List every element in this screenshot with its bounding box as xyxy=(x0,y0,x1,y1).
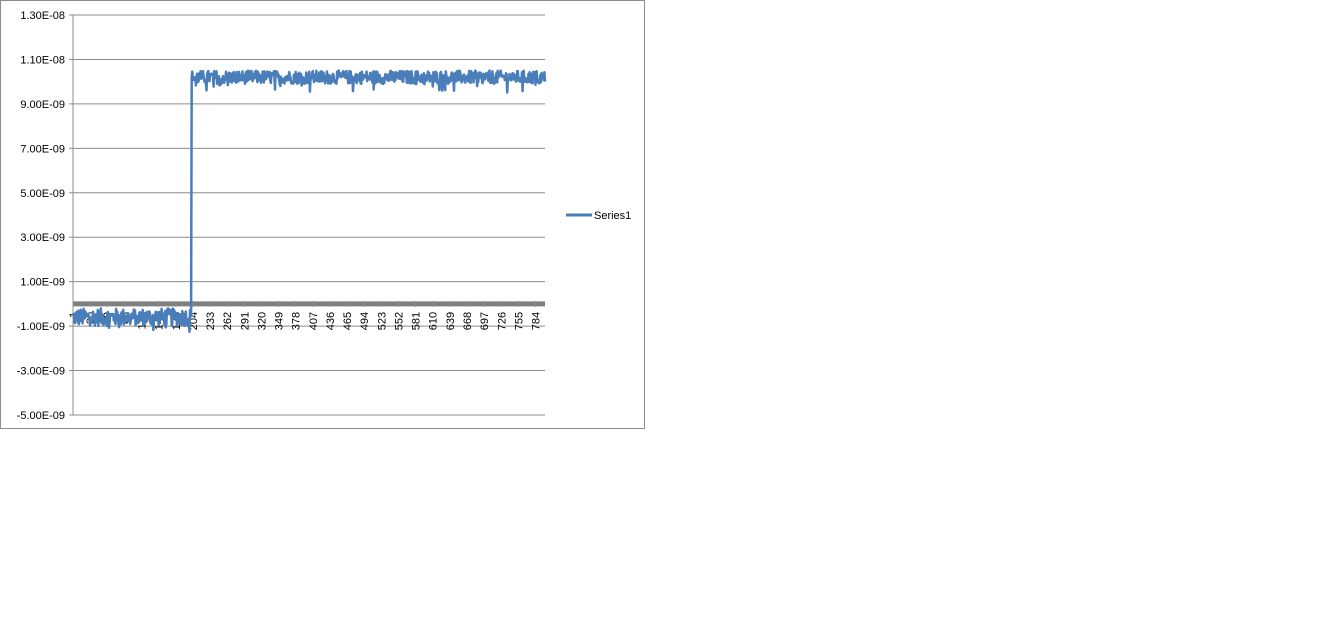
y-tick-label: 9.00E-09 xyxy=(20,99,65,111)
x-tick-label: 668 xyxy=(462,312,474,330)
y-tick-label: 7.00E-09 xyxy=(20,143,65,155)
x-tick-label: 291 xyxy=(239,312,251,330)
y-tick-label: 1.10E-08 xyxy=(20,54,65,66)
legend-label-series1: Series1 xyxy=(594,210,631,222)
x-tick-label: 784 xyxy=(531,312,543,330)
y-tick-label: -1.00E-09 xyxy=(17,321,65,333)
y-tick-label: -5.00E-09 xyxy=(17,410,65,422)
x-tick-label: 262 xyxy=(222,312,234,330)
y-tick-label: 5.00E-09 xyxy=(20,188,65,200)
series-line-series1 xyxy=(72,69,547,334)
x-tick-label: 726 xyxy=(496,312,508,330)
x-tick-label: 755 xyxy=(513,312,525,330)
x-tick-label: 581 xyxy=(411,312,423,330)
x-tick-label: 523 xyxy=(376,312,388,330)
x-tick-label: 407 xyxy=(308,312,320,330)
x-tick-label: 697 xyxy=(479,312,491,330)
x-tick-label: 639 xyxy=(445,312,457,330)
x-tick-label: 610 xyxy=(428,312,440,330)
x-tick-label: 378 xyxy=(291,312,303,330)
x-tick-label: 436 xyxy=(325,312,337,330)
line-chart: 1.30E-08 1.10E-08 9.00E-09 7.00E-09 5.00E-09… xyxy=(17,10,632,422)
y-tick-label: 1.00E-09 xyxy=(20,277,65,289)
y-tick-label: 3.00E-09 xyxy=(20,232,65,244)
x-tick-label: 233 xyxy=(205,312,217,330)
x-tick-label: 494 xyxy=(359,312,371,330)
x-tick-label: 349 xyxy=(274,312,286,330)
y-tick-label: 1.30E-08 xyxy=(20,10,65,22)
y-tick-label: -3.00E-09 xyxy=(17,366,65,378)
x-tick-label: 552 xyxy=(393,312,405,330)
x-tick-label: 320 xyxy=(256,312,268,330)
x-tick-label: 465 xyxy=(342,312,354,330)
chart-frame: 1.30E-08 1.10E-08 9.00E-09 7.00E-09 5.00E-09… xyxy=(0,0,645,429)
